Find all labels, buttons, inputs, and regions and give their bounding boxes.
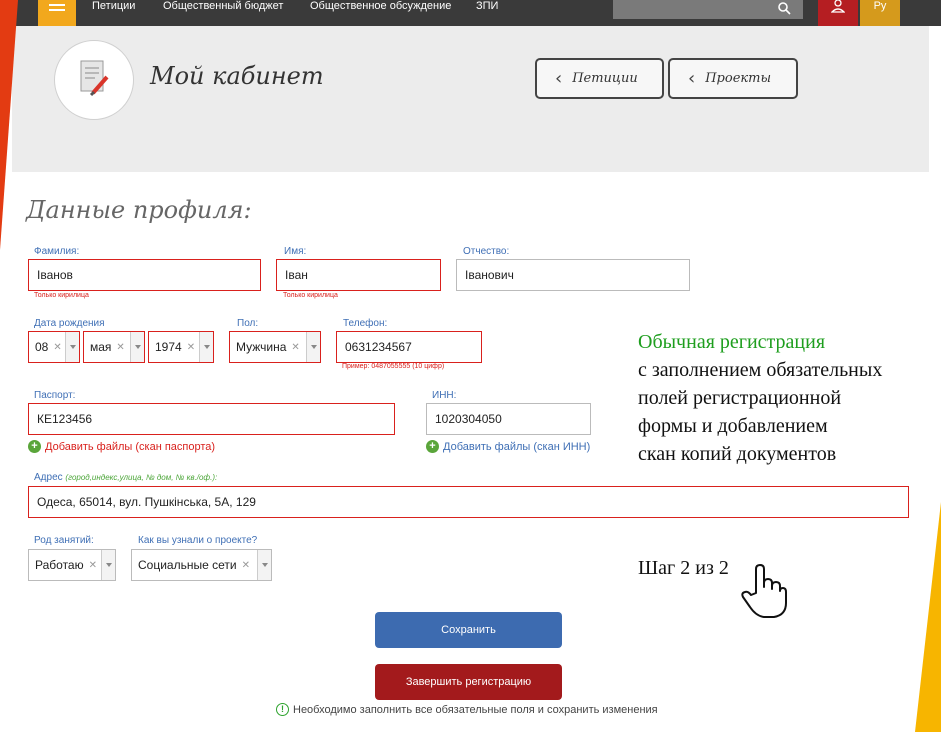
section-title: Данные профиля:: [26, 196, 252, 224]
occupation-label: Род занятий:: [34, 535, 94, 546]
address-label: Адрес (город,индекс,улица, № дом, № кв./…: [34, 472, 217, 483]
birth-year-value: 1974: [155, 340, 182, 354]
patronymic-label: Отчество:: [463, 246, 510, 257]
nav-link-petitions[interactable]: Петиции: [92, 0, 135, 12]
surname-label: Фамилия:: [34, 246, 80, 257]
name-label: Имя:: [284, 246, 307, 257]
chevron-left-icon: ‹: [688, 68, 696, 89]
source-value: Социальные сети: [138, 558, 237, 572]
avatar: [54, 40, 134, 120]
annotation-line-1: Обычная регистрация: [638, 331, 826, 353]
search-input[interactable]: [613, 0, 803, 19]
inn-field[interactable]: 1020304050: [426, 403, 591, 435]
document-pen-icon: [80, 60, 109, 97]
source-label: Как вы узнали о проекте?: [138, 535, 258, 546]
page-title: Мой кабинет: [150, 62, 324, 90]
exclamation-icon: !: [276, 703, 289, 716]
top-navbar: Петиции Общественный бюджет Общественное…: [0, 0, 941, 26]
annotation-line-3: полей регистрационной: [638, 387, 842, 409]
save-button[interactable]: Сохранить: [375, 612, 562, 648]
menu-icon[interactable]: [38, 0, 76, 26]
clear-icon[interactable]: ✕: [116, 342, 124, 353]
add-passport-scan-label: Добавить файлы (скан паспорта): [45, 440, 216, 453]
address-field[interactable]: Одеса, 65014, вул. Пушкінська, 5А, 129: [28, 486, 909, 518]
cabinet-header: Мой кабинет ‹ Петиции ‹ Проекты: [12, 26, 929, 172]
annotation-line-5: скан копий документов: [638, 443, 837, 465]
nav-link-budget[interactable]: Общественный бюджет: [163, 0, 283, 12]
birth-month-select[interactable]: мая ✕: [83, 331, 145, 363]
plus-icon: +: [426, 440, 439, 453]
user-icon: [831, 0, 845, 13]
phone-field[interactable]: 0631234567: [336, 331, 482, 363]
phone-hint: Пример: 0487055555 (10 цифр): [342, 363, 445, 370]
finish-registration-button[interactable]: Завершить регистрацию: [375, 664, 562, 700]
occupation-value: Работаю: [35, 558, 84, 572]
source-select[interactable]: Социальные сети ✕: [131, 549, 272, 581]
address-label-text: Адрес: [34, 472, 63, 483]
gender-select[interactable]: Мужчина ✕: [229, 331, 321, 363]
nav-link-discussion[interactable]: Общественное обсуждение: [310, 0, 451, 12]
registration-annotation: Обычная регистрация с заполнением обязат…: [638, 328, 882, 468]
surname-hint: Только кирилица: [34, 292, 89, 299]
name-field[interactable]: Іван: [276, 259, 441, 291]
add-inn-scan-label: Добавить файлы (скан ИНН): [443, 440, 591, 453]
birth-day-value: 08: [35, 340, 49, 354]
petitions-back-label: Петиции: [572, 71, 638, 86]
chevron-left-icon: ‹: [555, 68, 563, 89]
search-icon[interactable]: [777, 1, 791, 15]
projects-back-label: Проекты: [705, 71, 772, 86]
gender-label: Пол:: [237, 318, 259, 329]
surname-field[interactable]: Іванов: [28, 259, 261, 291]
step-indicator: Шаг 2 из 2: [638, 557, 729, 579]
clear-icon[interactable]: ✕: [53, 342, 61, 353]
dropdown-arrow-icon[interactable]: [65, 332, 79, 362]
language-switcher[interactable]: Ру: [860, 0, 900, 26]
add-passport-scan-link[interactable]: + Добавить файлы (скан паспорта): [28, 440, 215, 453]
dropdown-arrow-icon[interactable]: [101, 550, 115, 580]
dropdown-arrow-icon[interactable]: [306, 332, 320, 362]
petitions-back-button[interactable]: ‹ Петиции: [535, 58, 664, 99]
dropdown-arrow-icon[interactable]: [199, 332, 213, 362]
projects-back-button[interactable]: ‹ Проекты: [668, 58, 798, 99]
dropdown-arrow-icon[interactable]: [257, 550, 271, 580]
plus-icon: +: [28, 440, 41, 453]
birth-year-select[interactable]: 1974 ✕: [148, 331, 214, 363]
patronymic-field[interactable]: Іванович: [456, 259, 690, 291]
clear-icon[interactable]: ✕: [242, 560, 250, 571]
birth-date-label: Дата рождения: [34, 318, 105, 329]
address-label-hint: (город,индекс,улица, № дом, № кв./оф.):: [65, 473, 218, 482]
hand-pointer-icon: [741, 564, 787, 618]
birth-day-select[interactable]: 08 ✕: [28, 331, 80, 363]
passport-field[interactable]: КЕ123456: [28, 403, 395, 435]
required-fields-notice: ! Необходимо заполнить все обязательные п…: [276, 703, 658, 716]
annotation-line-2: с заполнением обязательных: [638, 359, 883, 381]
inn-label: ИНН:: [432, 390, 457, 401]
dropdown-arrow-icon[interactable]: [130, 332, 144, 362]
occupation-select[interactable]: Работаю ✕: [28, 549, 116, 581]
passport-label: Паспорт:: [34, 390, 76, 401]
clear-icon[interactable]: ✕: [89, 560, 97, 571]
clear-icon[interactable]: ✕: [187, 342, 195, 353]
clear-icon[interactable]: ✕: [291, 342, 299, 353]
nav-link-zpi[interactable]: ЗПИ: [476, 0, 498, 12]
add-inn-scan-link[interactable]: + Добавить файлы (скан ИНН): [426, 440, 590, 453]
phone-label: Телефон:: [343, 318, 388, 329]
right-accent-stripe: [915, 502, 941, 732]
name-hint: Только кирилица: [283, 292, 338, 299]
birth-month-value: мая: [90, 340, 112, 354]
left-accent-stripe: [0, 0, 18, 250]
annotation-line-4: формы и добавлением: [638, 415, 828, 437]
notice-text: Необходимо заполнить все обязательные по…: [293, 703, 658, 716]
gender-value: Мужчина: [236, 340, 287, 354]
user-button[interactable]: [818, 0, 858, 26]
